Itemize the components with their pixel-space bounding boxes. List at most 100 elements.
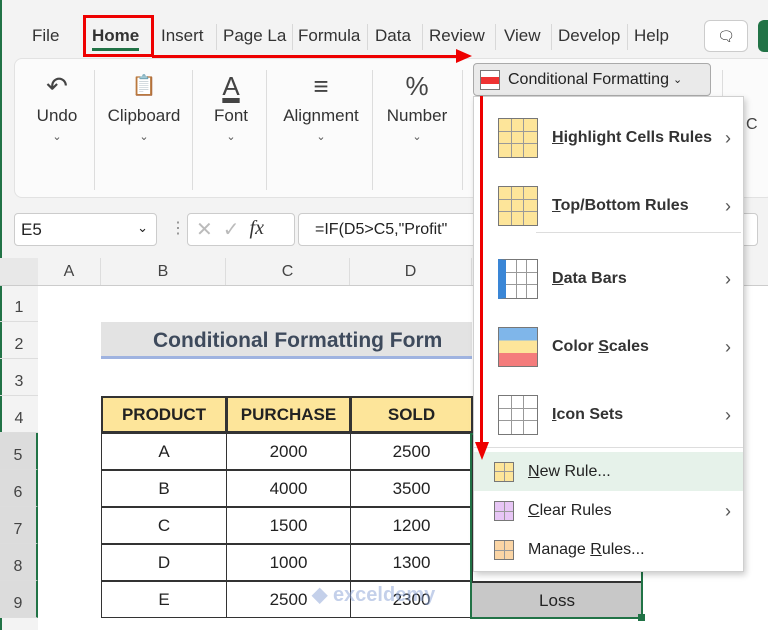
arrow-head-down-icon (475, 442, 489, 460)
divider (495, 24, 496, 50)
row-header-4[interactable]: 4 (0, 396, 38, 433)
arrow-head-right-icon (456, 49, 472, 63)
table-cell[interactable]: 1500 (226, 507, 351, 544)
font-group[interactable]: A Font ⌄ (202, 66, 260, 143)
row-header-7[interactable]: 7 (0, 507, 38, 544)
tab-review[interactable]: Review (429, 26, 485, 46)
sheet-title: Conditional Formatting Form (101, 322, 472, 359)
table-header-cell[interactable]: SOLD (350, 396, 473, 433)
chevron-right-icon: › (725, 500, 731, 521)
table-cell[interactable]: 1300 (350, 544, 473, 581)
table-cell[interactable]: C (101, 507, 227, 544)
table-header-cell[interactable]: PURCHASE (226, 396, 351, 433)
tab-data[interactable]: Data (375, 26, 411, 46)
name-box-value: E5 (21, 220, 42, 239)
menu-item-icon-sets[interactable]: Icon Sets › (474, 394, 743, 436)
menu-label: Clear Rules (528, 502, 612, 519)
menu-item-highlight-cells-rules[interactable]: Highlight Cells Rules › (474, 117, 743, 159)
clipboard-group[interactable]: 📋 Clipboard ⌄ (102, 66, 186, 143)
chevron-right-icon: › (725, 336, 731, 357)
color-scales-icon (498, 327, 538, 367)
number-group[interactable]: % Number ⌄ (380, 66, 454, 143)
row-header-1[interactable]: 1 (0, 285, 38, 322)
table-cell[interactable]: 4000 (226, 470, 351, 507)
column-header-b[interactable]: B (101, 258, 226, 286)
insert-function-icon[interactable]: fx (250, 217, 264, 242)
chevron-down-icon: ⌄ (672, 74, 683, 86)
tab-file[interactable]: File (32, 26, 59, 46)
watermark-logo: ◆ exceldemy (312, 584, 436, 606)
menu-item-manage-rules[interactable]: Manage Rules... (474, 531, 743, 569)
select-all-corner[interactable] (0, 258, 38, 286)
number-label: Number (386, 106, 448, 125)
alignment-group[interactable]: ≡ Alignment ⌄ (274, 66, 368, 143)
row-header-8[interactable]: 8 (0, 544, 38, 581)
drag-handle[interactable]: ⋮ (170, 218, 186, 238)
tab-help[interactable]: Help (634, 26, 669, 46)
comment-icon: 🗨 (717, 28, 735, 44)
table-header-cell[interactable]: PRODUCT (101, 396, 227, 433)
divider (422, 24, 423, 50)
divider (536, 232, 741, 233)
chevron-right-icon: › (725, 195, 731, 216)
divider (192, 70, 193, 190)
cancel-icon[interactable]: ✕ (196, 217, 213, 242)
divider (94, 70, 95, 190)
chevron-down-icon: ⌄ (139, 131, 149, 143)
table-cell[interactable]: A (101, 433, 227, 470)
menu-label: Color Scales (552, 338, 649, 355)
alignment-label: Alignment (283, 106, 359, 125)
fill-handle[interactable] (638, 614, 645, 621)
menu-item-data-bars[interactable]: Data Bars › (474, 258, 743, 300)
divider (462, 70, 463, 190)
undo-group[interactable]: ↶ Undo ⌄ (30, 66, 84, 143)
conditional-formatting-icon (480, 69, 500, 90)
top-bottom-icon (498, 186, 538, 226)
menu-item-color-scales[interactable]: Color Scales › (474, 326, 743, 368)
table-cell[interactable]: 3500 (350, 470, 473, 507)
partial-ribbon-group[interactable]: C (746, 116, 758, 134)
tab-view[interactable]: View (504, 26, 541, 46)
row-header-2[interactable]: 2 (0, 322, 38, 359)
row-header-5[interactable]: 5 (0, 433, 38, 470)
row-header-9[interactable]: 9 (0, 581, 38, 618)
name-box[interactable]: E5 ⌄ (14, 213, 157, 246)
comments-button[interactable]: 🗨 (704, 20, 748, 52)
table-cell[interactable]: 1000 (226, 544, 351, 581)
table-cell[interactable]: D (101, 544, 227, 581)
menu-label: Data Bars (552, 270, 627, 287)
column-header-a[interactable]: A (38, 258, 101, 286)
percent-icon: % (405, 71, 429, 101)
menu-label: Manage Rules... (528, 541, 645, 558)
table-cell[interactable]: E (101, 581, 227, 618)
table-cell[interactable]: 2000 (226, 433, 351, 470)
undo-icon: ↶ (46, 71, 68, 101)
menu-label: Highlight Cells Rules (552, 129, 713, 146)
chevron-right-icon: › (725, 404, 731, 425)
column-header-c[interactable]: C (226, 258, 350, 286)
table-cell[interactable]: 2500 (350, 433, 473, 470)
table-cell[interactable]: 1200 (350, 507, 473, 544)
tab-page-layout[interactable]: Page La (223, 26, 289, 46)
tab-formulas[interactable]: Formula (298, 26, 362, 46)
menu-item-top-bottom-rules[interactable]: Top/Bottom Rules › (474, 185, 743, 227)
share-button[interactable] (758, 20, 768, 52)
data-bars-icon (498, 259, 538, 299)
row-header-3[interactable]: 3 (0, 359, 38, 396)
table-cell[interactable]: B (101, 470, 227, 507)
manage-rules-icon (494, 540, 514, 560)
font-color-icon: A (222, 71, 240, 101)
font-label: Font (213, 106, 249, 125)
new-rule-icon (494, 461, 514, 482)
conditional-formatting-button[interactable]: Conditional Formatting ⌄ (473, 63, 711, 96)
chevron-right-icon: › (725, 127, 731, 148)
tab-developer[interactable]: Develop (558, 26, 622, 46)
clear-rules-icon (494, 501, 514, 521)
enter-icon[interactable]: ✓ (223, 217, 240, 242)
tab-insert[interactable]: Insert (161, 26, 204, 46)
column-header-d[interactable]: D (350, 258, 472, 286)
chevron-down-icon: ⌄ (316, 131, 326, 143)
menu-item-clear-rules[interactable]: Clear Rules › (474, 492, 743, 530)
row-header-6[interactable]: 6 (0, 470, 38, 507)
menu-item-new-rule[interactable]: New Rule... (474, 452, 743, 491)
